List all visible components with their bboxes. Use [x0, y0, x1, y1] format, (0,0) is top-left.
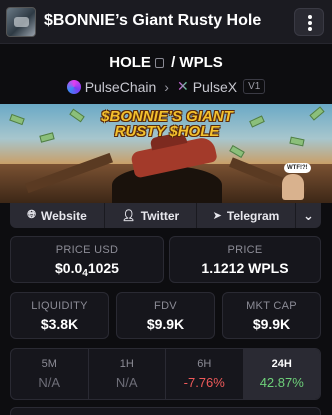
next-panel-edge: [10, 407, 321, 415]
period-label: 1H: [119, 358, 134, 370]
pair-name: HOLE / WPLS: [0, 54, 332, 71]
market-cap-label: MKT CAP: [246, 300, 297, 312]
telegram-label: Telegram: [226, 208, 280, 223]
token-title: $BONNIE’s Giant Rusty Hole: [44, 12, 262, 29]
banner-money: [309, 106, 325, 121]
banner-money: [39, 132, 55, 143]
price-native-label: PRICE: [227, 244, 263, 256]
liquidity-card: LIQUIDITY $3.8K: [10, 292, 109, 339]
change-value: 42.87%: [259, 375, 304, 390]
network-link[interactable]: PulseChain: [85, 79, 157, 95]
market-cap-card: MKT CAP $9.9K: [222, 292, 321, 339]
tab-6h[interactable]: 6H -7.76%: [166, 349, 244, 399]
token-avatar: [6, 7, 36, 37]
vertical-dots-icon: [308, 15, 312, 19]
tab-5m[interactable]: 5M N/A: [11, 349, 89, 399]
price-usd-label: PRICE USD: [55, 244, 119, 256]
paper-plane-icon: ➤: [212, 210, 222, 222]
pulsex-icon: ✕: [176, 78, 189, 94]
pulsechain-icon: [66, 79, 81, 94]
website-label: Website: [41, 208, 87, 223]
base-token: HOLE: [109, 54, 151, 71]
chevron-right-icon: ›: [164, 78, 169, 95]
tab-1h[interactable]: 1H N/A: [89, 349, 166, 399]
user-icon: 👤︎: [121, 210, 136, 222]
chain-breadcrumb: PulseChain › ✕ PulseX V1: [0, 78, 332, 95]
liquidity-label: LIQUIDITY: [31, 300, 88, 312]
liquidity-value: $3.8K: [40, 316, 79, 332]
banner-title: $BONNIE’S GIANT RUSTY $HOLE: [101, 108, 233, 140]
copy-icon[interactable]: [154, 58, 164, 68]
price-usd-prefix: $0.0: [55, 260, 83, 276]
dex-link[interactable]: PulseX: [193, 79, 237, 95]
pair-separator: /: [171, 54, 176, 71]
twitter-button[interactable]: 👤︎ Twitter: [105, 203, 197, 228]
change-value: -7.76%: [183, 375, 225, 390]
period-label: 6H: [197, 358, 212, 370]
dex-version-badge: V1: [243, 79, 266, 94]
banner-money: [289, 136, 305, 147]
quote-token: WPLS: [179, 54, 223, 71]
website-button[interactable]: 🌐︎ Website: [10, 203, 105, 228]
more-menu-button[interactable]: [294, 8, 324, 36]
banner-money: [229, 144, 245, 159]
chevron-down-icon: ⌄: [303, 207, 314, 223]
speech-bubble: WTF!?!: [284, 163, 311, 173]
price-usd-card: PRICE USD $0.041025: [10, 236, 164, 283]
market-cap-value: $9.9K: [252, 316, 291, 332]
change-value: N/A: [38, 375, 61, 390]
vertical-dots-icon-dot: [308, 21, 312, 25]
vertical-dots-icon-dot: [308, 27, 312, 31]
banner-money: [9, 113, 25, 126]
banner-character: [282, 174, 304, 200]
telegram-button[interactable]: ➤ Telegram: [197, 203, 296, 228]
tab-24h[interactable]: 24H 42.87%: [243, 349, 320, 399]
change-value: N/A: [115, 375, 138, 390]
fdv-value: $9.9K: [146, 316, 185, 332]
fdv-card: FDV $9.9K: [116, 292, 215, 339]
period-label: 24H: [271, 358, 292, 370]
twitter-label: Twitter: [140, 208, 180, 223]
price-change-tabs: 5M N/A 1H N/A 6H -7.76% 24H 42.87%: [10, 348, 321, 400]
price-usd-value: $0.041025: [11, 260, 163, 279]
price-native-value: 1.1212 WPLS: [201, 260, 289, 276]
globe-icon: 🌐︎: [27, 209, 36, 221]
banner-money: [69, 108, 85, 123]
banner-money: [249, 115, 265, 128]
social-links-bar: 🌐︎ Website 👤︎ Twitter ➤ Telegram ⌄: [10, 203, 321, 228]
period-label: 5M: [41, 358, 57, 370]
price-native-card: PRICE 1.1212 WPLS: [169, 236, 321, 283]
more-socials-button[interactable]: ⌄: [296, 203, 321, 228]
price-usd-zero-count: 4: [82, 268, 88, 279]
top-header: $BONNIE’s Giant Rusty Hole: [0, 0, 332, 44]
price-usd-digits: 1025: [87, 260, 119, 276]
fdv-label: FDV: [154, 300, 177, 312]
